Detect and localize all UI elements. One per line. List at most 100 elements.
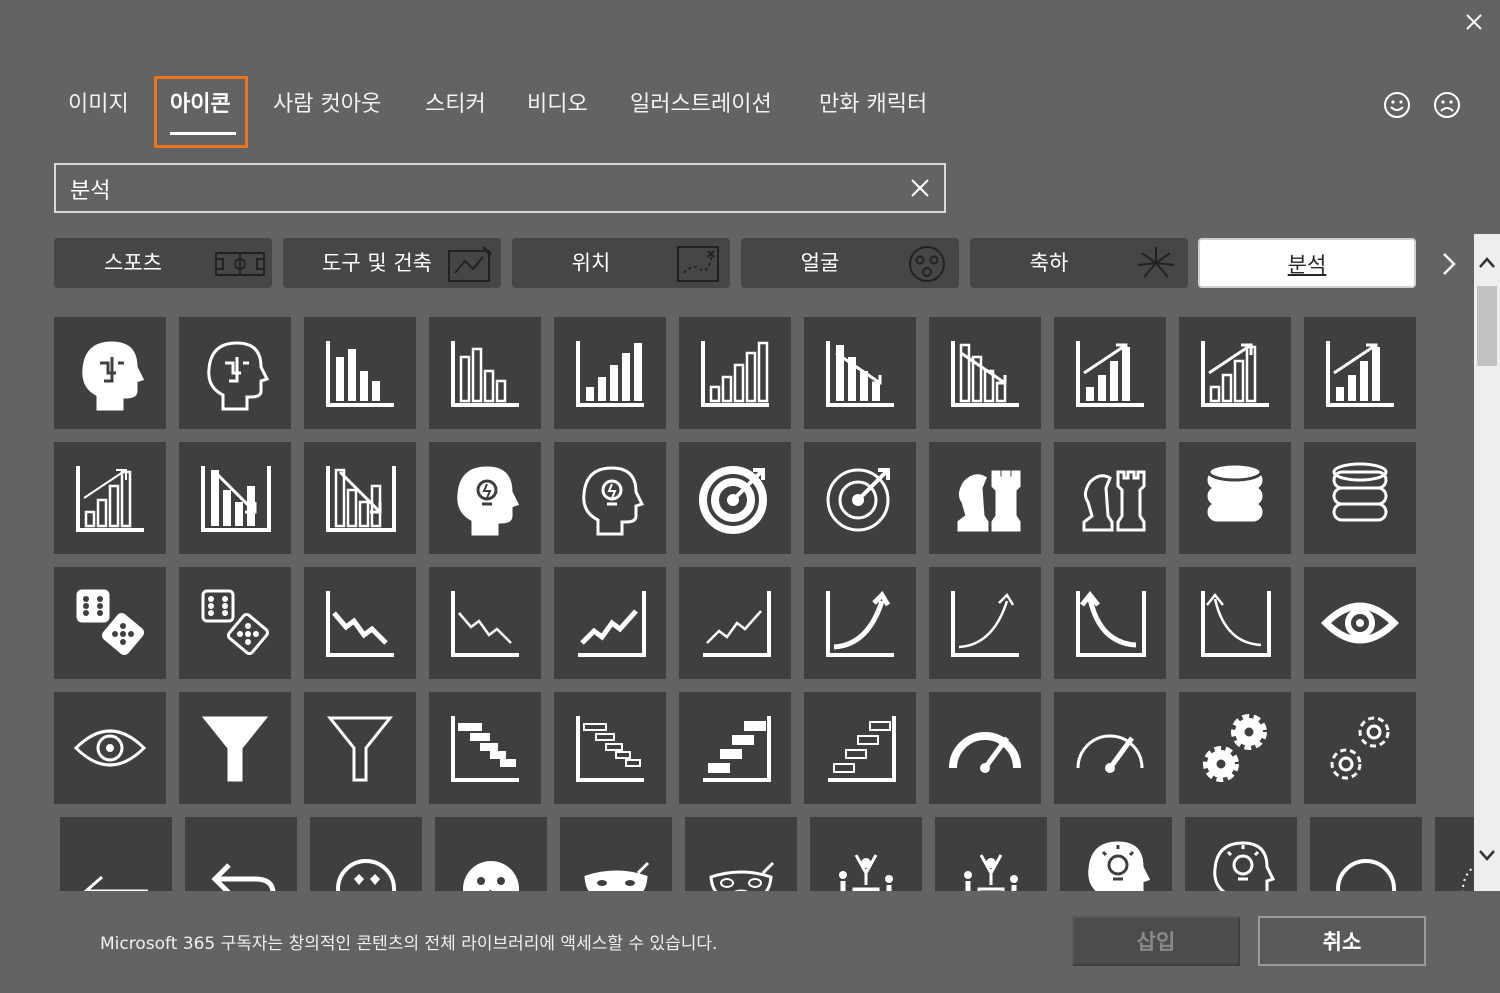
icon-tile[interactable]: [1179, 692, 1291, 804]
icon-tile[interactable]: [54, 317, 166, 429]
line-chart-down-filled-icon: [326, 591, 394, 657]
icon-tile[interactable]: [560, 817, 672, 891]
icon-tile[interactable]: [1304, 692, 1416, 804]
icon-tile[interactable]: [304, 692, 416, 804]
frown-feedback-button[interactable]: [1432, 90, 1462, 120]
category-celebration[interactable]: 축하: [970, 238, 1188, 288]
icon-tile[interactable]: [1435, 817, 1474, 891]
icon-tile[interactable]: [1060, 817, 1172, 891]
icon-tile[interactable]: [679, 692, 791, 804]
chess-pieces-outline-icon: [1082, 470, 1146, 532]
mask-outline-icon: [709, 861, 775, 891]
icon-tile[interactable]: [179, 317, 291, 429]
blueprint-icon: [448, 245, 493, 282]
icon-tile[interactable]: [679, 442, 791, 554]
icon-tile[interactable]: [435, 817, 547, 891]
icon-tile[interactable]: [54, 567, 166, 679]
icon-tile[interactable]: [929, 317, 1041, 429]
circle-outline-icon: [1336, 859, 1396, 891]
eye-outline-icon: [73, 729, 147, 767]
line-chart-up-filled-icon: [578, 591, 646, 657]
icon-tile[interactable]: [679, 317, 791, 429]
icon-tile[interactable]: [1179, 567, 1291, 679]
icon-tile[interactable]: [60, 817, 172, 891]
icon-tile[interactable]: [1304, 442, 1416, 554]
scroll-up-button[interactable]: [1477, 254, 1497, 272]
icon-tile[interactable]: [429, 692, 541, 804]
icon-tile[interactable]: [1054, 567, 1166, 679]
icon-tile[interactable]: [554, 692, 666, 804]
cancel-button[interactable]: 취소: [1258, 916, 1426, 966]
category-tools-construction[interactable]: 도구 및 건축: [283, 238, 501, 288]
icon-tile[interactable]: [179, 692, 291, 804]
icon-tile[interactable]: [1304, 317, 1416, 429]
category-location[interactable]: 위치: [512, 238, 730, 288]
category-analysis[interactable]: 분석: [1198, 238, 1416, 288]
bar-chart-down-arrow-outline-icon: [326, 466, 396, 532]
icon-tile[interactable]: [185, 817, 297, 891]
scroll-down-button[interactable]: [1477, 846, 1497, 864]
icon-tile[interactable]: [429, 317, 541, 429]
gantt-chart-outline-icon: [576, 716, 644, 782]
icon-tile[interactable]: [1304, 567, 1416, 679]
icon-tile[interactable]: [929, 442, 1041, 554]
icon-tile[interactable]: [810, 817, 922, 891]
icon-tile[interactable]: [310, 817, 422, 891]
icon-tile[interactable]: [1054, 442, 1166, 554]
icon-tile[interactable]: [804, 442, 916, 554]
icon-tile[interactable]: [804, 692, 916, 804]
icon-tile[interactable]: [929, 692, 1041, 804]
category-sports[interactable]: 스포츠: [54, 238, 272, 288]
icon-tile[interactable]: [1054, 317, 1166, 429]
icon-tile[interactable]: [304, 567, 416, 679]
tab-illustrations[interactable]: 일러스트레이션: [630, 86, 772, 118]
close-icon: [911, 179, 929, 197]
gears-filled-icon: [1203, 714, 1267, 782]
exponential-curve-filled-icon: [826, 590, 894, 657]
head-brain-filled-icon: [82, 341, 145, 411]
bar-chart-rising-filled-icon: [576, 341, 644, 407]
icon-tile[interactable]: [1185, 817, 1297, 891]
tab-videos[interactable]: 비디오: [527, 86, 588, 118]
close-dialog-button[interactable]: [1460, 8, 1488, 36]
close-icon: [1466, 14, 1482, 30]
icon-tile[interactable]: [929, 567, 1041, 679]
icon-tile[interactable]: [54, 692, 166, 804]
category-faces[interactable]: 얼굴: [741, 238, 959, 288]
tab-stickers[interactable]: 스티커: [425, 86, 486, 118]
icon-tile[interactable]: [685, 817, 797, 891]
icon-tile[interactable]: [554, 442, 666, 554]
insert-button[interactable]: 삽입: [1072, 916, 1240, 966]
icon-tile[interactable]: [429, 567, 541, 679]
search-box: [54, 163, 946, 213]
tab-cutout-people[interactable]: 사람 컷아웃: [273, 86, 381, 118]
icon-tile[interactable]: [304, 442, 416, 554]
icon-tile[interactable]: [554, 567, 666, 679]
scrollbar-thumb[interactable]: [1477, 286, 1497, 366]
icon-tile[interactable]: [679, 567, 791, 679]
icon-tile[interactable]: [1310, 817, 1422, 891]
icon-tile[interactable]: [935, 817, 1047, 891]
line-chart-down-outline-icon: [451, 591, 519, 657]
category-next-button[interactable]: [1434, 248, 1464, 280]
icon-tile[interactable]: [1179, 317, 1291, 429]
icon-tile[interactable]: [1179, 442, 1291, 554]
icon-tile[interactable]: [179, 567, 291, 679]
icon-tile[interactable]: [304, 317, 416, 429]
icon-tile[interactable]: [429, 442, 541, 554]
icon-tile[interactable]: [179, 442, 291, 554]
search-input[interactable]: [68, 165, 902, 213]
tab-images[interactable]: 이미지: [68, 86, 129, 118]
icon-tile[interactable]: [54, 442, 166, 554]
category-label: 위치: [571, 251, 611, 275]
gears-outline-icon: [1330, 716, 1390, 780]
icon-tile[interactable]: [554, 317, 666, 429]
scrollbar[interactable]: [1474, 234, 1500, 891]
decay-curve-filled-icon: [1076, 590, 1146, 657]
icon-tile[interactable]: [1054, 692, 1166, 804]
icon-tile[interactable]: [804, 317, 916, 429]
tab-cartoon-characters[interactable]: 만화 캐릭터: [819, 86, 927, 118]
clear-search-button[interactable]: [908, 176, 932, 200]
icon-tile[interactable]: [804, 567, 916, 679]
smile-feedback-button[interactable]: [1382, 90, 1412, 120]
